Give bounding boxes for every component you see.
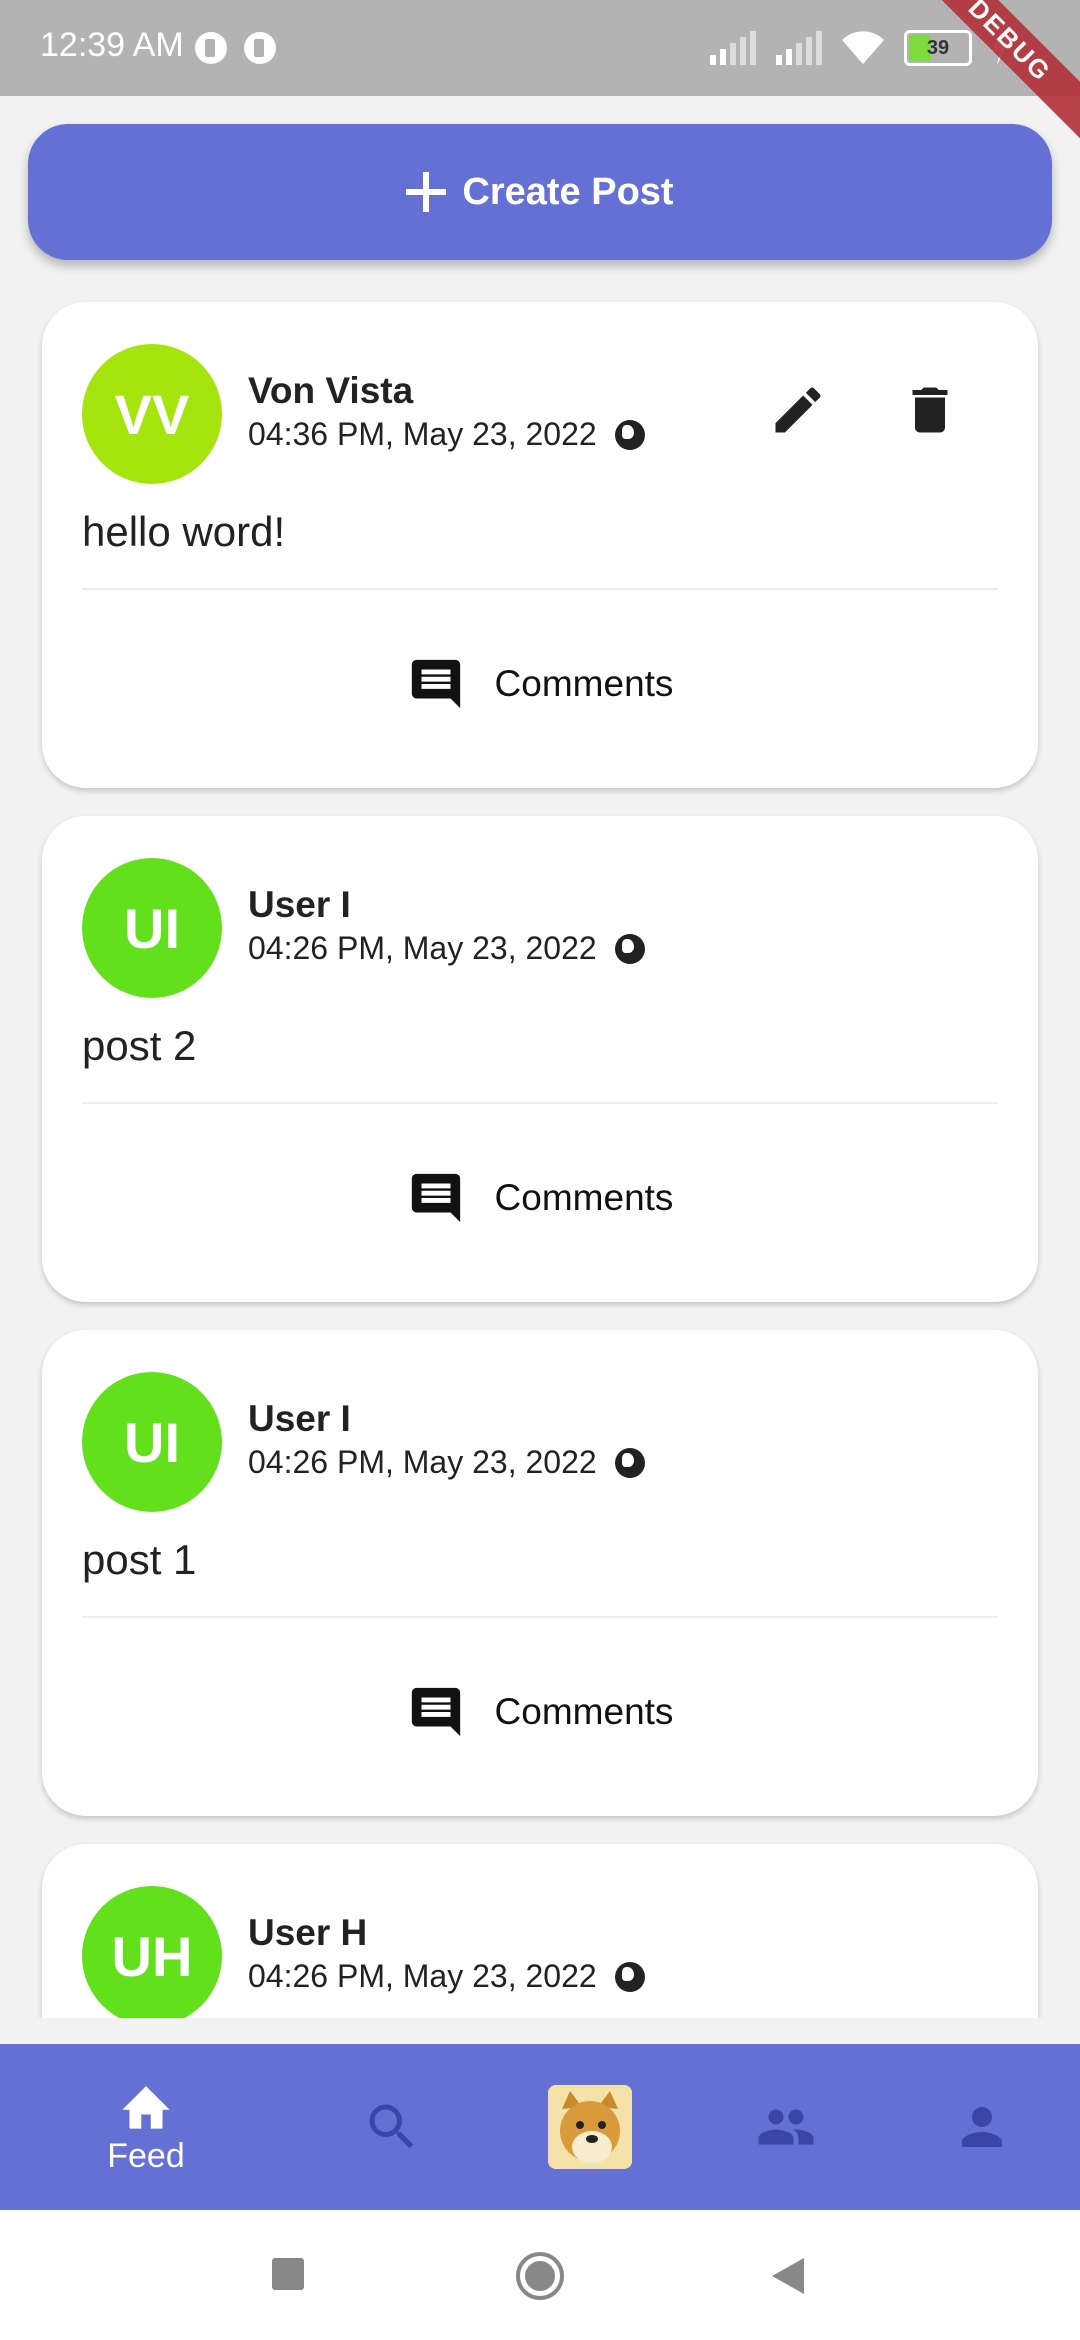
globe-icon [614, 933, 645, 964]
doge-avatar [548, 2085, 632, 2169]
wifi-icon [842, 31, 884, 64]
globe-icon [614, 1447, 645, 1478]
post-author[interactable]: Von Vista [248, 370, 413, 412]
plus-icon [406, 172, 447, 212]
avatar[interactable]: UH [82, 1886, 222, 2018]
globe-icon [614, 419, 645, 450]
globe-icon [614, 1961, 645, 1992]
comment-icon [411, 1687, 460, 1737]
comments-button[interactable]: Comments [42, 1680, 1038, 1744]
nav-feed[interactable]: Feed [66, 2044, 226, 2210]
nav-feed-label: Feed [107, 2136, 185, 2175]
edit-icon[interactable] [768, 380, 828, 440]
avatar[interactable]: VV [82, 344, 222, 484]
post-author[interactable]: User I [248, 884, 351, 926]
post-body: post 1 [82, 1536, 197, 1583]
post-card: VV Von Vista 04:36 PM, May 23, 2022 hell… [42, 302, 1038, 788]
comments-button[interactable]: Comments [42, 1166, 1038, 1230]
post-date-text: 04:36 PM, May 23, 2022 [248, 416, 597, 452]
nav-account[interactable] [902, 2044, 1062, 2210]
post-author[interactable]: User H [248, 1912, 367, 1954]
comment-icon [411, 1173, 460, 1223]
post-card: UI User I 04:26 PM, May 23, 2022 post 1 … [42, 1330, 1038, 1816]
divider [82, 588, 998, 590]
post-body: hello word! [82, 508, 286, 555]
nav-profile-avatar[interactable] [510, 2044, 670, 2210]
post-date-text: 04:26 PM, May 23, 2022 [248, 930, 597, 966]
app-notification-icon [244, 32, 276, 64]
bottom-nav: Feed [0, 2044, 1080, 2210]
create-post-button[interactable]: Create Post [28, 124, 1052, 260]
recents-square-icon[interactable] [270, 2256, 306, 2292]
comments-label: Comments [494, 1177, 674, 1218]
post-author[interactable]: User I [248, 1398, 351, 1440]
comments-button[interactable]: Comments [42, 652, 1038, 716]
home-circle-icon[interactable] [514, 2250, 566, 2302]
battery-level: 39 [926, 37, 950, 59]
home-icon [122, 2085, 170, 2129]
app-notification-icon [195, 32, 227, 64]
post-date-text: 04:26 PM, May 23, 2022 [248, 1958, 597, 1994]
signal-icon [776, 31, 822, 65]
comments-label: Comments [494, 663, 674, 704]
delete-icon[interactable] [900, 380, 960, 440]
signal-icon [710, 31, 756, 65]
comment-icon [411, 659, 460, 709]
post-date: 04:36 PM, May 23, 2022 [248, 416, 645, 453]
avatar[interactable]: UI [82, 1372, 222, 1512]
nav-search[interactable] [312, 2044, 472, 2210]
post-date-text: 04:26 PM, May 23, 2022 [248, 1444, 597, 1480]
comments-label: Comments [494, 1691, 674, 1732]
divider [82, 1102, 998, 1104]
post-feed[interactable]: VV Von Vista 04:36 PM, May 23, 2022 hell… [0, 300, 1080, 2018]
search-icon [369, 2104, 414, 2149]
system-nav-bar [0, 2210, 1080, 2340]
nav-friends[interactable] [706, 2044, 866, 2210]
create-post-label: Create Post [462, 170, 674, 213]
post-card: UH User H 04:26 PM, May 23, 2022 [42, 1844, 1038, 2018]
person-icon [962, 2107, 1002, 2147]
post-date: 04:26 PM, May 23, 2022 [248, 930, 645, 967]
status-time: 12:39 AM [40, 26, 184, 64]
post-date: 04:26 PM, May 23, 2022 [248, 1444, 645, 1481]
people-icon [758, 2109, 814, 2145]
battery-icon: 39 [904, 30, 972, 66]
back-triangle-icon[interactable] [770, 2256, 806, 2296]
divider [82, 1616, 998, 1618]
status-bar: 12:39 AM 39 DEBUG [0, 0, 1080, 154]
avatar[interactable]: UI [82, 858, 222, 998]
post-card: UI User I 04:26 PM, May 23, 2022 post 2 … [42, 816, 1038, 1302]
status-icons: 39 [708, 24, 1010, 72]
post-body: post 2 [82, 1022, 197, 1069]
post-date: 04:26 PM, May 23, 2022 [248, 1958, 645, 1995]
